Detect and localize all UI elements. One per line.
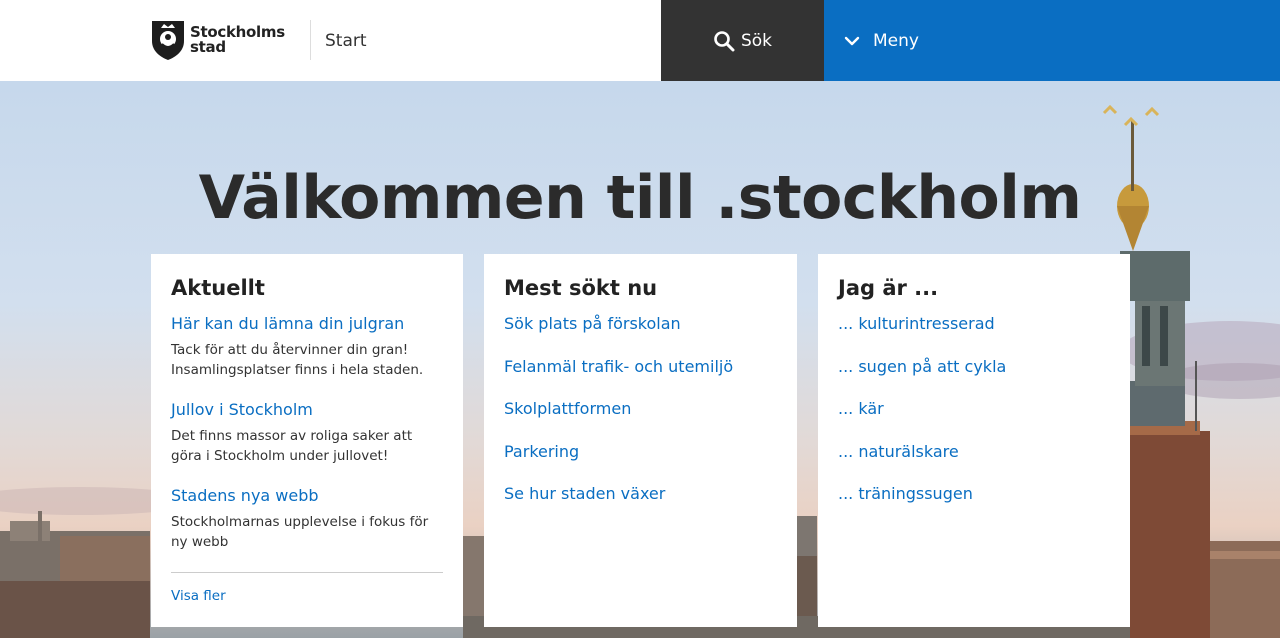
stockholm-logo-link[interactable]: Stockholms stad (150, 19, 285, 61)
show-more-link[interactable]: Visa fler (171, 588, 226, 604)
aktuellt-title: Aktuellt (171, 276, 265, 300)
card-divider (171, 572, 443, 573)
i-am-card: Jag är ... ... kulturintresserad ... sug… (818, 254, 1130, 627)
chevron-down-icon (844, 36, 860, 45)
i-am-link[interactable]: ... kär (838, 399, 1110, 418)
aktuellt-card: Aktuellt Här kan du lämna din julgran Ta… (151, 254, 463, 627)
news-item-title[interactable]: Här kan du lämna din julgran (171, 314, 443, 333)
i-am-title: Jag är ... (838, 276, 939, 300)
most-searched-link[interactable]: Skolplattformen (504, 399, 777, 418)
i-am-link[interactable]: ... naturälskare (838, 442, 1110, 461)
i-am-link[interactable]: ... träningssugen (838, 484, 1110, 503)
i-am-link[interactable]: ... kulturintresserad (838, 314, 1110, 333)
search-label: Sök (740, 30, 773, 51)
menu-label: Meny (873, 30, 919, 51)
start-link[interactable]: Start (325, 31, 367, 51)
news-item-title[interactable]: Jullov i Stockholm (171, 400, 443, 419)
news-item-desc: Det finns massor av roliga saker att gör… (171, 428, 413, 464)
site-header: Stockholms stad Start Sök Meny (0, 0, 1280, 81)
most-searched-link[interactable]: Sök plats på förskolan (504, 314, 777, 333)
most-searched-link[interactable]: Felanmäl trafik- och utemiljö (504, 357, 777, 376)
search-button[interactable]: Sök (661, 0, 824, 81)
news-item-desc: Tack för att du återvinner din gran! Ins… (171, 342, 424, 378)
logo-line2: stad (190, 38, 226, 56)
news-item-desc: Stockholmarnas upplevelse i fokus för ny… (171, 514, 429, 550)
hero-title: Välkommen till .stockholm (198, 163, 1082, 233)
coat-of-arms-icon (152, 21, 184, 60)
news-item-title[interactable]: Stadens nya webb (171, 486, 443, 505)
most-searched-card: Mest sökt nu Sök plats på förskolan Fela… (484, 254, 797, 627)
most-searched-title: Mest sökt nu (504, 276, 658, 300)
menu-button[interactable]: Meny (824, 0, 1280, 81)
i-am-link[interactable]: ... sugen på att cykla (838, 357, 1110, 376)
search-icon (714, 30, 735, 51)
header-divider (310, 20, 311, 60)
most-searched-link[interactable]: Se hur staden växer (504, 484, 777, 503)
most-searched-link[interactable]: Parkering (504, 442, 777, 461)
